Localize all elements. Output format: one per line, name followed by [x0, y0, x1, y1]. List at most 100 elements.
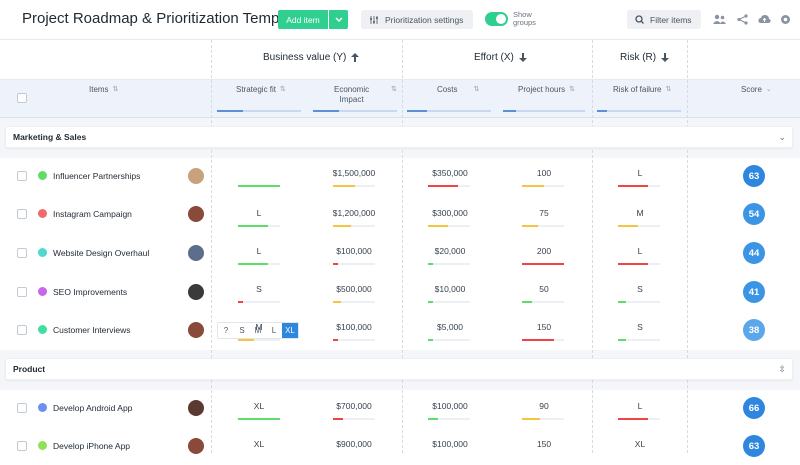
column-project-hours[interactable]: Project hours ⇅ — [518, 85, 575, 94]
costs-value[interactable]: $100,000 — [420, 401, 480, 411]
item-name[interactable]: Influencer Partnerships — [53, 171, 140, 181]
avatar[interactable] — [188, 400, 204, 416]
economic-impact-value[interactable]: $100,000 — [324, 246, 384, 256]
prioritization-settings-button[interactable]: Prioritization settings — [361, 10, 473, 29]
avatar[interactable] — [188, 322, 204, 338]
section-header-product[interactable]: Product ⇳ — [5, 358, 793, 380]
show-groups-toggle[interactable] — [485, 12, 508, 26]
table-row[interactable]: Develop Android App XL $700,000 $100,000… — [0, 389, 800, 427]
column-costs[interactable]: Costs ⇅ — [437, 85, 479, 94]
risk-value[interactable]: L — [610, 168, 670, 178]
share-icon[interactable] — [735, 12, 749, 26]
strategic-fit-value[interactable]: L — [229, 208, 289, 218]
row-checkbox[interactable] — [17, 171, 27, 181]
strategic-fit-value[interactable]: S — [229, 284, 289, 294]
effort-header[interactable]: Effort (X) — [474, 52, 527, 63]
costs-value[interactable]: $300,000 — [420, 208, 480, 218]
item-name[interactable]: SEO Improvements — [53, 287, 127, 297]
chevron-down-icon: ⌄ — [765, 86, 772, 93]
users-icon[interactable] — [712, 12, 726, 26]
strategic-fit-bar — [238, 263, 280, 265]
project-hours-value[interactable]: 50 — [514, 284, 574, 294]
risk-header[interactable]: Risk (R) — [620, 52, 670, 63]
economic-impact-value[interactable]: $500,000 — [324, 284, 384, 294]
avatar[interactable] — [188, 168, 204, 184]
row-checkbox[interactable] — [17, 209, 27, 219]
weight-bar-economic-impact[interactable] — [313, 110, 397, 112]
column-economic-impact[interactable]: Economic Impact ⇅ — [334, 85, 397, 105]
economic-impact-value[interactable]: $1,200,000 — [324, 208, 384, 218]
table-row[interactable]: SEO Improvements S $500,000 $10,000 50 S… — [0, 273, 800, 311]
table-row[interactable]: Develop iPhone App XL $900,000 $100,000 … — [0, 427, 800, 465]
row-checkbox[interactable] — [17, 325, 27, 335]
strategic-fit-value[interactable]: L — [229, 246, 289, 256]
costs-value[interactable]: $10,000 — [420, 284, 480, 294]
costs-value[interactable]: $350,000 — [420, 168, 480, 178]
economic-impact-value[interactable]: $700,000 — [324, 401, 384, 411]
avatar[interactable] — [188, 245, 204, 261]
project-hours-value[interactable]: 75 — [514, 208, 574, 218]
row-checkbox[interactable] — [17, 441, 27, 451]
project-hours-value[interactable]: 150 — [514, 322, 574, 332]
avatar[interactable] — [188, 438, 204, 454]
weight-bar-project-hours[interactable] — [503, 110, 585, 112]
risk-value[interactable]: S — [610, 322, 670, 332]
table-row[interactable]: Influencer Partnerships ? S M L XL $1,50… — [0, 157, 800, 339]
settings-icon[interactable] — [778, 12, 792, 26]
risk-value[interactable]: S — [610, 284, 670, 294]
chevron-up-down-icon[interactable]: ⇳ — [778, 364, 786, 375]
economic-impact-bar — [333, 185, 375, 187]
add-item-dropdown[interactable] — [328, 10, 348, 29]
project-hours-value[interactable]: 150 — [514, 439, 574, 449]
column-score-label: Score — [741, 85, 762, 94]
weight-bar-risk[interactable] — [597, 110, 681, 112]
add-item-button-group[interactable]: Add item — [278, 10, 348, 29]
add-item-button[interactable]: Add item — [278, 10, 328, 29]
table-row[interactable]: Customer Interviews M $100,000 $5,000 15… — [0, 311, 800, 349]
risk-bar — [618, 339, 660, 341]
score-badge: 38 — [743, 319, 765, 341]
risk-value[interactable]: L — [610, 246, 670, 256]
strategic-fit-value[interactable]: XL — [229, 439, 289, 449]
costs-value[interactable]: $100,000 — [420, 439, 480, 449]
column-items[interactable]: Items ⇅ — [89, 85, 118, 94]
strategic-fit-value[interactable]: M — [229, 322, 289, 332]
item-name[interactable]: Develop iPhone App — [53, 441, 130, 451]
weight-bar-strategic-fit[interactable] — [217, 110, 301, 112]
row-checkbox[interactable] — [17, 287, 27, 297]
item-name[interactable]: Website Design Overhaul — [53, 248, 149, 258]
column-score[interactable]: Score ⌄ — [741, 85, 772, 94]
business-value-header[interactable]: Business value (Y) — [263, 52, 360, 63]
economic-impact-value[interactable]: $1,500,000 — [324, 168, 384, 178]
cloud-upload-icon[interactable] — [757, 12, 771, 26]
row-checkbox[interactable] — [17, 248, 27, 258]
table-row[interactable]: Website Design Overhaul L $100,000 $20,0… — [0, 234, 800, 272]
risk-value[interactable]: XL — [610, 439, 670, 449]
item-name[interactable]: Instagram Campaign — [53, 209, 132, 219]
column-strategic-fit-label: Strategic fit — [236, 85, 277, 94]
project-hours-value[interactable]: 100 — [514, 168, 574, 178]
row-checkbox[interactable] — [17, 403, 27, 413]
strategic-fit-value[interactable]: XL — [229, 401, 289, 411]
risk-value[interactable]: M — [610, 208, 670, 218]
costs-value[interactable]: $20,000 — [420, 246, 480, 256]
risk-value[interactable]: L — [610, 401, 670, 411]
column-strategic-fit[interactable]: Strategic fit ⇅ — [236, 85, 286, 94]
item-name[interactable]: Develop Android App — [53, 403, 132, 413]
costs-bar — [428, 185, 470, 187]
project-hours-value[interactable]: 90 — [514, 401, 574, 411]
economic-impact-value[interactable]: $900,000 — [324, 439, 384, 449]
costs-value[interactable]: $5,000 — [420, 322, 480, 332]
weight-bar-costs[interactable] — [407, 110, 491, 112]
column-risk-of-failure[interactable]: Risk of failure ⇅ — [613, 85, 671, 94]
avatar[interactable] — [188, 284, 204, 300]
chevron-down-icon[interactable]: ⌄ — [778, 132, 786, 143]
economic-impact-value[interactable]: $100,000 — [324, 322, 384, 332]
table-row[interactable]: Instagram Campaign L $1,200,000 $300,000… — [0, 195, 800, 233]
avatar[interactable] — [188, 206, 204, 222]
filter-items-button[interactable]: Filter items — [627, 10, 701, 29]
select-all-checkbox[interactable] — [17, 93, 27, 103]
section-header-marketing[interactable]: Marketing & Sales ⌄ — [5, 126, 793, 148]
project-hours-value[interactable]: 200 — [514, 246, 574, 256]
item-name[interactable]: Customer Interviews — [53, 325, 130, 335]
